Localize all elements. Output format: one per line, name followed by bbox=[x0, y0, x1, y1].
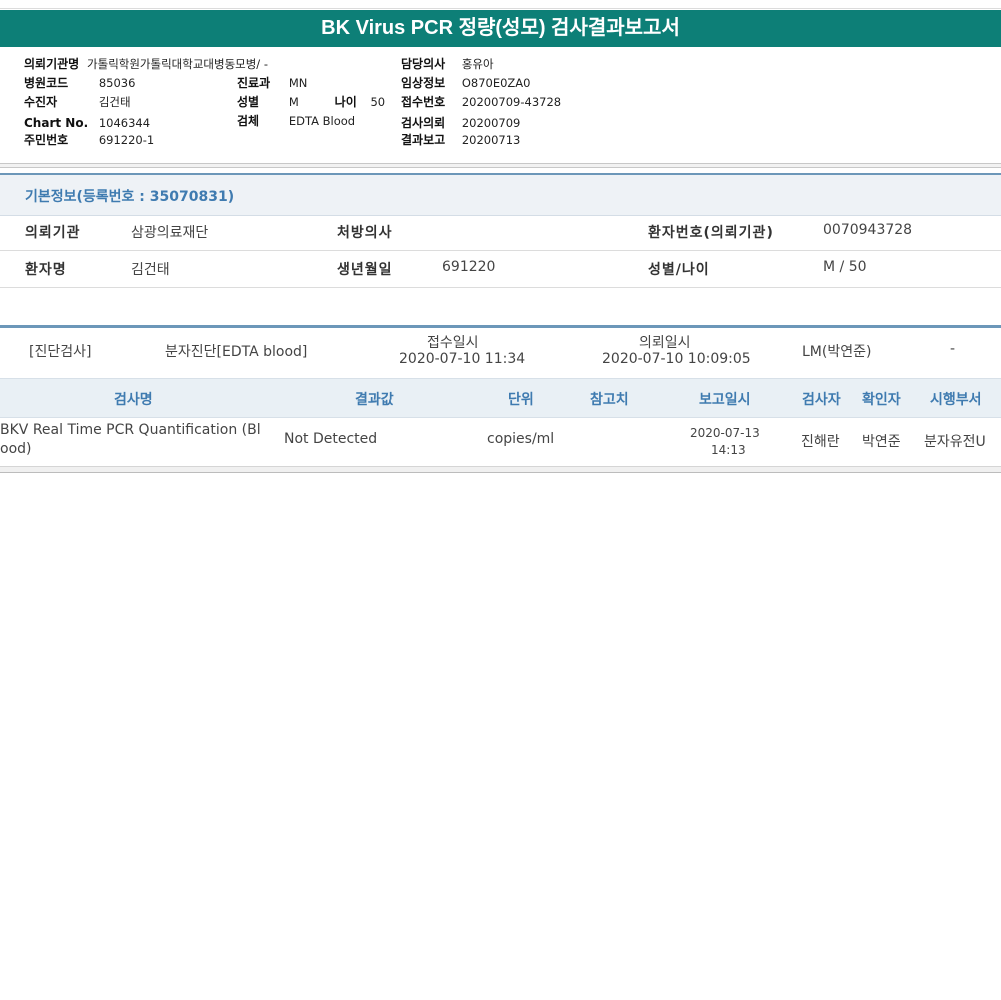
col-department: 시행부서 bbox=[930, 392, 982, 408]
institution-label: 의뢰기관명 bbox=[24, 57, 80, 71]
col-result: 결과값 bbox=[355, 392, 394, 408]
recipient-field: 수진자 김건태 bbox=[24, 93, 131, 112]
doctor-field: 담당의사 홍유아 bbox=[401, 55, 494, 74]
institution-value: 가톨릭학원가톨릭대학교대병동모병/ - bbox=[87, 57, 268, 71]
col-examiner: 검사자 bbox=[802, 392, 841, 408]
patient-no-value: 0070943728 bbox=[823, 222, 913, 238]
patient-name-label: 환자명 bbox=[25, 262, 67, 278]
birth-value: 691220 bbox=[442, 259, 496, 275]
diagnosis-dash: - bbox=[950, 341, 956, 357]
sex-age-field: 성별 M 나이 50 bbox=[237, 93, 385, 112]
hospital-code-value: 85036 bbox=[98, 76, 136, 90]
clinical-value: O870E0ZA0 bbox=[461, 76, 531, 90]
recipient-value: 김건태 bbox=[98, 95, 131, 109]
clinical-label: 임상정보 bbox=[401, 76, 446, 90]
col-test-name: 검사명 bbox=[114, 392, 153, 408]
dept-value: MN bbox=[288, 76, 308, 90]
request-time-label: 의뢰일시 bbox=[639, 335, 691, 351]
specimen-field: 검체 EDTA Blood bbox=[237, 112, 355, 131]
confirmer-value: 박연준 bbox=[862, 434, 901, 450]
table-row: BKV Real Time PCR Quantification (Bl ood… bbox=[0, 417, 1001, 467]
basic-info-title: 기본정보(등록번호 : 35070831) bbox=[25, 189, 235, 205]
test-name-line-2: ood) bbox=[0, 441, 32, 457]
report-value: 20200713 bbox=[461, 133, 521, 147]
dept-field: 진료과 MN bbox=[237, 74, 307, 93]
diagnosis-line: [진단검사] 분자진단[EDTA blood] 접수일시 2020-07-10 … bbox=[0, 328, 1001, 378]
dept-label: 진료과 bbox=[237, 76, 271, 90]
resident-no-field: 주민번호 691220-1 bbox=[24, 131, 154, 150]
chart-no-value: 1046344 bbox=[98, 116, 151, 130]
receipt-time-value: 2020-07-10 11:34 bbox=[399, 351, 526, 367]
top-border bbox=[0, 0, 1001, 9]
doctor-label: 담당의사 bbox=[401, 57, 446, 71]
resident-no-label: 주민번호 bbox=[24, 133, 69, 147]
header-divider bbox=[0, 163, 1001, 168]
hospital-code-label: 병원코드 bbox=[24, 76, 69, 90]
report-date-value: 2020-07-13 bbox=[690, 426, 760, 440]
report-field: 결과보고 20200713 bbox=[401, 131, 520, 150]
sex-label: 성별 bbox=[237, 95, 260, 109]
diagnosis-type: 분자진단[EDTA blood] bbox=[165, 344, 308, 360]
receipt-no-value: 20200709-43728 bbox=[461, 95, 562, 109]
request-time-value: 2020-07-10 10:09:05 bbox=[602, 351, 751, 367]
recipient-label: 수진자 bbox=[24, 95, 58, 109]
patient-no-label: 환자번호(의뢰기관) bbox=[648, 225, 774, 241]
hospital-code-field: 병원코드 85036 bbox=[24, 74, 135, 93]
col-report-time: 보고일시 bbox=[699, 392, 751, 408]
report-time-value: 14:13 bbox=[711, 443, 746, 457]
basic-info-header: 기본정보(등록번호 : 35070831) bbox=[0, 173, 1001, 216]
diagnosis-category: [진단검사] bbox=[29, 344, 92, 360]
col-confirmer: 확인자 bbox=[862, 392, 901, 408]
req-inst-value: 삼광의료재단 bbox=[131, 225, 209, 241]
department-value: 분자유전U bbox=[924, 434, 986, 450]
age-label: 나이 bbox=[334, 95, 357, 109]
unit-value: copies/ml bbox=[487, 431, 555, 447]
col-reference: 참고치 bbox=[590, 392, 629, 408]
basic-info-row-1: 의뢰기관 삼광의료재단 처방의사 환자번호(의뢰기관) 0070943728 bbox=[0, 213, 1001, 251]
doctor-value: 홍유아 bbox=[461, 57, 494, 71]
table-bottom-divider bbox=[0, 466, 1001, 473]
req-inst-label: 의뢰기관 bbox=[25, 225, 81, 241]
receipt-no-label: 접수번호 bbox=[401, 95, 446, 109]
patient-name-value: 김건태 bbox=[131, 262, 170, 278]
birth-label: 생년월일 bbox=[337, 262, 393, 278]
receipt-time-label: 접수일시 bbox=[427, 335, 479, 351]
col-unit: 단위 bbox=[508, 392, 534, 408]
basic-info-row-2: 환자명 김건태 생년월일 691220 성별/나이 M / 50 bbox=[0, 250, 1001, 288]
clinical-field: 임상정보 O870E0ZA0 bbox=[401, 74, 530, 93]
age-value: 50 bbox=[370, 95, 386, 109]
report-title: BK Virus PCR 정량(성모) 검사결과보고서 bbox=[0, 10, 1001, 47]
examiner-value: 진해란 bbox=[801, 434, 840, 450]
result-value: Not Detected bbox=[284, 431, 378, 447]
results-table-header: 검사명 결과값 단위 참고치 보고일시 검사자 확인자 시행부서 bbox=[0, 378, 1001, 418]
request-value: 20200709 bbox=[461, 116, 521, 130]
test-name-line-1: BKV Real Time PCR Quantification (Bl bbox=[0, 422, 261, 438]
receipt-no-field: 접수번호 20200709-43728 bbox=[401, 93, 561, 112]
sex-age-label: 성별/나이 bbox=[648, 262, 710, 278]
report-label: 결과보고 bbox=[401, 133, 446, 147]
institution-field: 의뢰기관명 가톨릭학원가톨릭대학교대병동모병/ - bbox=[24, 55, 268, 74]
prescriber-label: 처방의사 bbox=[337, 225, 393, 241]
resident-no-value: 691220-1 bbox=[98, 133, 155, 147]
specimen-label: 검체 bbox=[237, 114, 260, 128]
lm-name: LM(박연준) bbox=[802, 344, 872, 360]
sex-age-value: M / 50 bbox=[823, 259, 867, 275]
specimen-value: EDTA Blood bbox=[288, 114, 356, 128]
sex-value: M bbox=[288, 95, 299, 109]
